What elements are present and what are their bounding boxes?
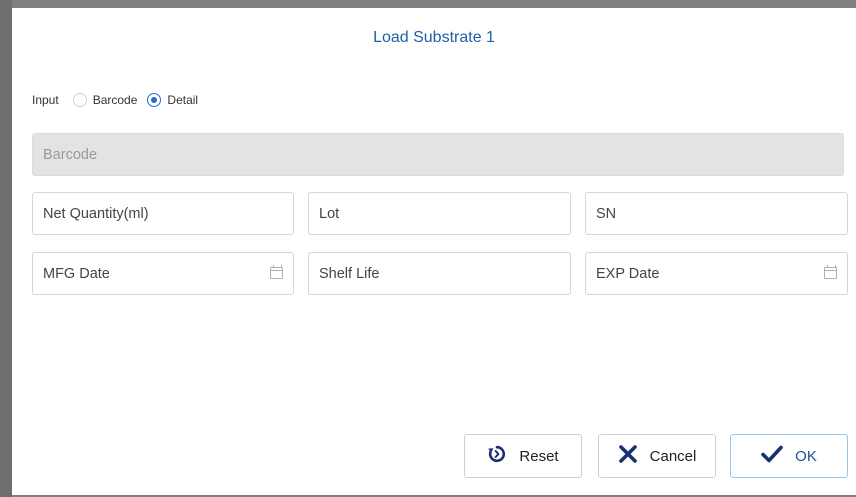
- lot-field[interactable]: Lot: [308, 192, 571, 235]
- detail-radio-label[interactable]: Detail: [167, 93, 198, 107]
- sn-field[interactable]: SN: [585, 192, 848, 235]
- mfg-date-field[interactable]: MFG Date: [32, 252, 294, 295]
- reset-icon: [487, 444, 507, 468]
- cancel-label: Cancel: [649, 447, 697, 465]
- dialog-title: Load Substrate 1: [373, 29, 495, 46]
- net-quantity-placeholder: Net Quantity(ml): [43, 205, 149, 222]
- load-substrate-dialog: Load Substrate 1 Input Barcode Detail Ba…: [12, 8, 856, 495]
- sn-placeholder: SN: [596, 205, 617, 222]
- exp-date-field[interactable]: EXP Date: [585, 252, 848, 295]
- reset-button[interactable]: Reset: [464, 434, 582, 478]
- background-window: [0, 0, 12, 497]
- reset-label: Reset: [519, 447, 559, 465]
- calendar-icon[interactable]: [824, 265, 837, 279]
- cancel-button[interactable]: Cancel: [598, 434, 716, 478]
- input-mode-group: Input Barcode Detail: [32, 90, 208, 110]
- barcode-radio[interactable]: [72, 93, 87, 107]
- shelf-life-placeholder: Shelf Life: [319, 265, 380, 282]
- ok-button[interactable]: OK: [730, 434, 848, 478]
- lot-placeholder: Lot: [319, 205, 340, 222]
- mfg-date-placeholder: MFG Date: [43, 265, 110, 282]
- barcode-radio-label[interactable]: Barcode: [93, 93, 138, 107]
- input-mode-label: Input: [32, 93, 59, 107]
- exp-date-placeholder: EXP Date: [596, 265, 660, 282]
- check-icon: [761, 445, 783, 467]
- close-icon: [618, 445, 638, 467]
- ok-label: OK: [795, 447, 817, 465]
- barcode-placeholder: Barcode: [43, 146, 98, 163]
- barcode-field: Barcode: [32, 133, 844, 176]
- shelf-life-field[interactable]: Shelf Life: [308, 252, 571, 295]
- net-quantity-field[interactable]: Net Quantity(ml): [32, 192, 294, 235]
- calendar-icon[interactable]: [270, 265, 283, 279]
- detail-radio[interactable]: [147, 93, 162, 107]
